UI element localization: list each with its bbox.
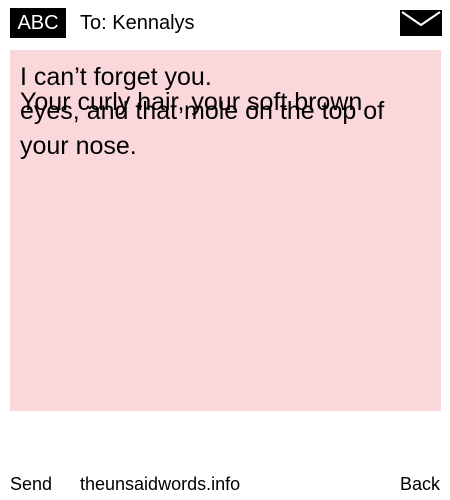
send-button[interactable]: Send	[10, 472, 52, 496]
message-line: your nose.	[20, 132, 137, 160]
abc-badge: ABC	[10, 8, 66, 38]
message-body: I can’t forget you. Your curly hair, you…	[10, 50, 441, 411]
recipient-label: To: Kennalys	[80, 12, 195, 34]
header-bar: ABC To: Kennalys	[0, 0, 450, 45]
envelope-icon[interactable]	[400, 10, 442, 36]
back-button[interactable]: Back	[400, 472, 440, 496]
message-line: eyes, and that mole on the top of	[20, 97, 385, 125]
site-link[interactable]: theunsaidwords.info	[80, 472, 240, 496]
